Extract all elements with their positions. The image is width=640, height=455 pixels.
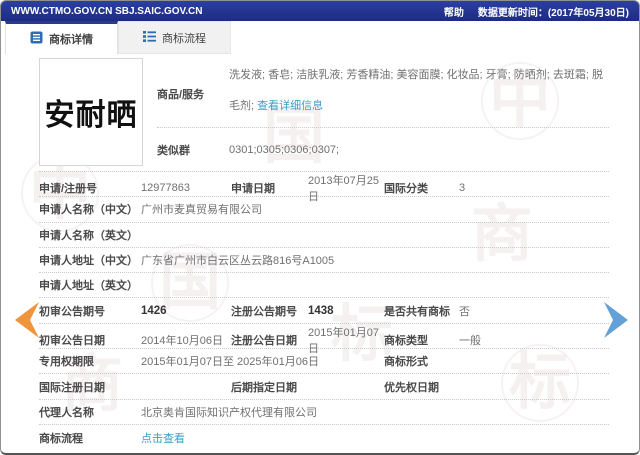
bullet-list-icon (143, 30, 156, 46)
field-row-applicant-address-cn: 申请人地址（中文） 广东省广州市白云区丛云路816号A1005 (39, 248, 609, 273)
field-label: 申请日期 (231, 180, 308, 196)
field-value: 1438 (308, 305, 384, 317)
view-process-link[interactable]: 点击查看 (141, 433, 185, 445)
field-label: 代理人名称 (39, 404, 141, 420)
field-label: 申请人地址（英文） (39, 277, 141, 293)
detail-rows: 申请/注册号 12977863 申请日期 2013年07月25日 国际分类 3 … (39, 171, 609, 450)
list-box-icon (30, 31, 43, 47)
prev-arrow-button[interactable] (9, 300, 41, 345)
field-label: 申请人名称（中文） (39, 201, 141, 217)
data-update-time: 数据更新时间：(2017年05月30日) (478, 4, 629, 19)
field-row-trademark-process: 商标流程 点击查看 (39, 425, 609, 450)
tab-trademark-process[interactable]: 商标流程 (118, 21, 231, 54)
tab-bar: 商标详情 商标流程 (1, 21, 639, 54)
field-value: 2015年01月07日 (308, 324, 384, 356)
help-link[interactable]: 帮助 (444, 4, 464, 19)
view-goods-detail-link[interactable]: 查看详细信息 (257, 98, 323, 116)
tab-trademark-details[interactable]: 商标详情 (5, 21, 118, 54)
similar-group-value: 0301;0305;0306;0307; (229, 144, 339, 156)
site-urls: WWW.CTMO.GOV.CN SBJ.SAIC.GOV.CN (11, 6, 203, 17)
field-row-applicant-address-en: 申请人地址（英文） (39, 273, 609, 298)
trademark-summary: 安耐晒 商品/服务 洗发液; 香皂; 洁肤乳液; 芳香精油; 美容面膜; 化妆品… (39, 58, 609, 171)
field-label: 申请人名称（英文） (39, 227, 141, 243)
field-row-applicant-name-cn: 申请人名称（中文） 广州市麦真贸易有限公司 (39, 197, 609, 222)
field-label: 申请/注册号 (39, 180, 141, 196)
trademark-image: 安耐晒 (39, 58, 143, 166)
goods-services-value: 洗发液; 香皂; 洁肤乳液; 芳香精油; 美容面膜; 化妆品; 牙膏; 防晒剂;… (229, 58, 609, 127)
field-row-applicant-name-en: 申请人名称（英文） (39, 223, 609, 248)
next-arrow-button[interactable] (600, 300, 632, 345)
field-value: 1426 (141, 305, 231, 317)
field-value: 北京奥肯国际知识产权代理有限公司 (141, 404, 609, 420)
field-label: 优先权日期 (384, 379, 459, 395)
goods-services-label: 商品/服务 (157, 58, 229, 127)
field-value: 3 (459, 182, 609, 194)
field-row-announcement-dates: 初审公告日期 2014年10月06日 注册公告日期 2015年01月07日 商标… (39, 324, 609, 349)
field-label: 商标流程 (39, 430, 141, 446)
field-row-agent-name: 代理人名称 北京奥肯国际知识产权代理有限公司 (39, 400, 609, 425)
field-value: 广东省广州市白云区丛云路816号A1005 (141, 252, 609, 268)
field-label: 是否共有商标 (384, 303, 459, 319)
field-row-announcement-issues: 初审公告期号 1426 注册公告期号 1438 是否共有商标 否 (39, 298, 609, 323)
field-label: 国际分类 (384, 180, 459, 196)
field-value: 12977863 (141, 182, 231, 194)
prev-arrow-icon (9, 327, 41, 344)
field-value: 2014年10月06日 (141, 332, 231, 348)
field-value: 广州市麦真贸易有限公司 (141, 201, 609, 217)
field-label: 国际注册日期 (39, 379, 141, 395)
field-label: 申请人地址（中文） (39, 252, 141, 268)
field-label: 初审公告日期 (39, 332, 141, 348)
field-value: 一般 (459, 332, 609, 348)
next-arrow-icon (600, 327, 632, 344)
field-value: 2015年01月07日至 2025年01月06日 (141, 353, 384, 369)
field-label: 商标形式 (384, 353, 459, 369)
field-value: 2013年07月25日 (308, 172, 384, 204)
field-row-registration-number: 申请/注册号 12977863 申请日期 2013年07月25日 国际分类 3 (39, 172, 609, 197)
field-label: 初审公告期号 (39, 303, 141, 319)
browser-window: WWW.CTMO.GOV.CN SBJ.SAIC.GOV.CN 帮助 数据更新时… (0, 0, 640, 455)
field-label: 后期指定日期 (231, 379, 308, 395)
top-bar: WWW.CTMO.GOV.CN SBJ.SAIC.GOV.CN 帮助 数据更新时… (1, 1, 639, 21)
tab-label: 商标流程 (162, 30, 206, 46)
trademark-detail-panel: 中 国 国 商 商 标 标 中 安耐晒 商品/服务 洗发液; 香皂; 洁肤乳液;… (1, 54, 639, 455)
field-label: 注册公告期号 (231, 303, 308, 319)
similar-group-label: 类似群 (157, 142, 229, 158)
field-label: 专用权期限 (39, 353, 141, 369)
field-label: 商标类型 (384, 332, 459, 348)
field-label: 注册公告日期 (231, 332, 308, 348)
field-row-international-dates: 国际注册日期 后期指定日期 优先权日期 (39, 374, 609, 399)
tab-label: 商标详情 (49, 31, 93, 47)
field-value: 否 (459, 303, 609, 319)
field-row-exclusive-right-period: 专用权期限 2015年01月07日至 2025年01月06日 商标形式 (39, 349, 609, 374)
